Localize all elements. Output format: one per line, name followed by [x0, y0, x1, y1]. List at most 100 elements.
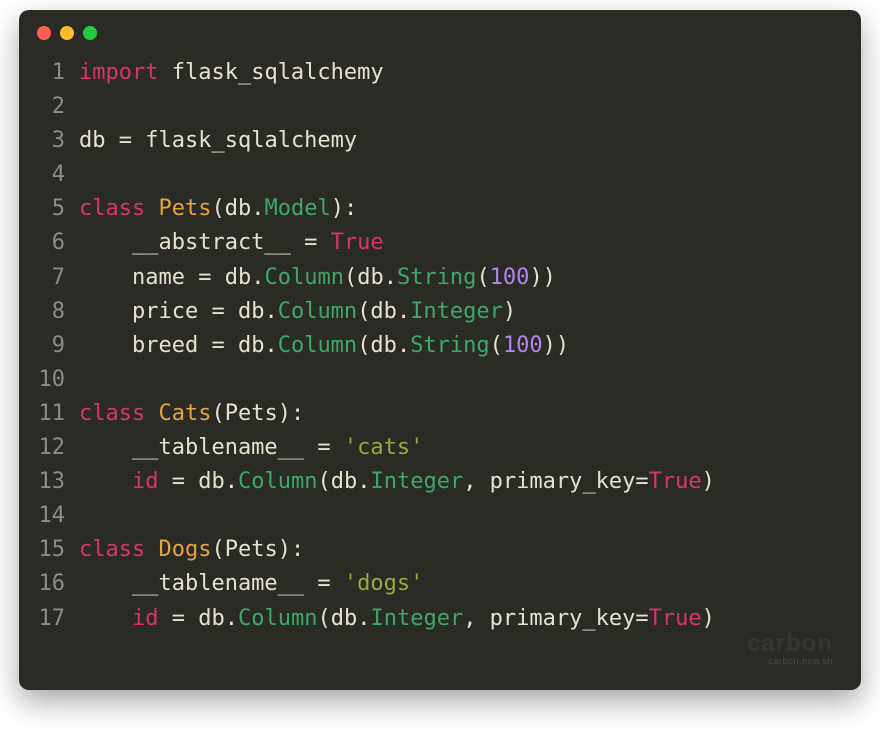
code-token: .	[251, 265, 264, 290]
code-token: 100	[490, 265, 530, 290]
code-token: Integer	[370, 606, 463, 631]
line-content: class Cats(Pets):	[79, 397, 304, 431]
code-token: Column	[278, 333, 357, 358]
line-number: 12	[19, 431, 79, 465]
code-token: =	[317, 571, 330, 596]
code-token: flask_sqlalchemy	[132, 128, 357, 153]
code-line: 5class Pets(db.Model):	[19, 192, 861, 226]
code-token	[331, 435, 344, 460]
line-number: 2	[19, 90, 79, 124]
code-token: )	[702, 469, 715, 494]
line-number: 9	[19, 329, 79, 363]
code-token: =	[635, 469, 648, 494]
code-token: Column	[238, 469, 317, 494]
line-content: breed = db.Column(db.String(100))	[79, 329, 569, 363]
code-token: .	[397, 333, 410, 358]
line-number: 10	[19, 363, 79, 397]
code-token: class	[79, 537, 158, 562]
code-token: (db	[357, 299, 397, 324]
line-content: class Pets(db.Model):	[79, 192, 357, 226]
code-token: =	[198, 265, 211, 290]
line-content: db = flask_sqlalchemy	[79, 124, 357, 158]
code-line: 12 __tablename__ = 'cats'	[19, 431, 861, 465]
code-token: True	[331, 230, 384, 255]
code-token: 'cats'	[344, 435, 423, 460]
code-line: 3db = flask_sqlalchemy	[19, 124, 861, 158]
line-content	[79, 90, 92, 124]
line-number: 1	[19, 56, 79, 90]
line-content: price = db.Column(db.Integer)	[79, 295, 516, 329]
code-token: String	[410, 333, 489, 358]
watermark-url: carbon.now.sh	[19, 656, 833, 666]
code-line: 13 id = db.Column(db.Integer, primary_ke…	[19, 465, 861, 499]
code-line: 1import flask_sqlalchemy	[19, 56, 861, 90]
code-token: flask_sqlalchemy	[158, 60, 383, 85]
code-token: (Pets):	[211, 401, 304, 426]
code-token: (db	[317, 606, 357, 631]
line-number: 13	[19, 465, 79, 499]
code-token: __abstract__	[79, 230, 304, 255]
line-number: 4	[19, 158, 79, 192]
code-token: True	[649, 606, 702, 631]
code-token: =	[304, 230, 317, 255]
watermark: carbon carbon.now.sh	[19, 630, 861, 666]
code-token: Column	[264, 265, 343, 290]
code-token: import	[79, 60, 158, 85]
watermark-brand: carbon	[747, 630, 833, 657]
minimize-icon[interactable]	[60, 26, 74, 40]
line-number: 3	[19, 124, 79, 158]
code-token: Pets	[158, 196, 211, 221]
code-token: .	[357, 606, 370, 631]
code-token: .	[357, 469, 370, 494]
code-line: 4	[19, 158, 861, 192]
line-content	[79, 158, 92, 192]
code-token: __tablename__	[79, 435, 317, 460]
code-token: (db	[344, 265, 384, 290]
code-token: (Pets):	[211, 537, 304, 562]
code-editor: 1import flask_sqlalchemy2 3db = flask_sq…	[19, 48, 861, 636]
code-token: name	[79, 265, 198, 290]
code-line: 2	[19, 90, 861, 124]
code-token: ):	[331, 196, 358, 221]
close-icon[interactable]	[37, 26, 51, 40]
code-token: .	[225, 606, 238, 631]
code-token: =	[172, 606, 185, 631]
code-token: .	[251, 196, 264, 221]
code-token: =	[317, 435, 330, 460]
line-content: class Dogs(Pets):	[79, 533, 304, 567]
line-number: 7	[19, 261, 79, 295]
code-token: =	[211, 299, 224, 324]
code-token: =	[635, 606, 648, 631]
code-token: =	[211, 333, 224, 358]
code-token: .	[264, 299, 277, 324]
code-line: 9 breed = db.Column(db.String(100))	[19, 329, 861, 363]
window-titlebar	[19, 10, 861, 48]
code-token: .	[264, 333, 277, 358]
code-token: =	[172, 469, 185, 494]
code-token: True	[649, 469, 702, 494]
code-line: 6 __abstract__ = True	[19, 226, 861, 260]
maximize-icon[interactable]	[83, 26, 97, 40]
code-token: id	[132, 469, 159, 494]
line-number: 15	[19, 533, 79, 567]
code-line: 7 name = db.Column(db.String(100))	[19, 261, 861, 295]
code-token: Dogs	[158, 537, 211, 562]
line-content: import flask_sqlalchemy	[79, 56, 384, 90]
code-token: breed	[79, 333, 211, 358]
code-token: __tablename__	[79, 571, 317, 596]
line-number: 16	[19, 567, 79, 601]
code-token: (db	[357, 333, 397, 358]
code-window: 1import flask_sqlalchemy2 3db = flask_sq…	[19, 10, 861, 690]
code-token: =	[119, 128, 132, 153]
line-content: __tablename__ = 'cats'	[79, 431, 423, 465]
code-token: Column	[278, 299, 357, 324]
code-token	[79, 469, 132, 494]
code-token: (	[476, 265, 489, 290]
code-token: Column	[238, 606, 317, 631]
line-number: 8	[19, 295, 79, 329]
code-token: .	[397, 299, 410, 324]
code-line: 11class Cats(Pets):	[19, 397, 861, 431]
code-token: (db	[211, 196, 251, 221]
line-content: __tablename__ = 'dogs'	[79, 567, 423, 601]
line-content: name = db.Column(db.String(100))	[79, 261, 556, 295]
